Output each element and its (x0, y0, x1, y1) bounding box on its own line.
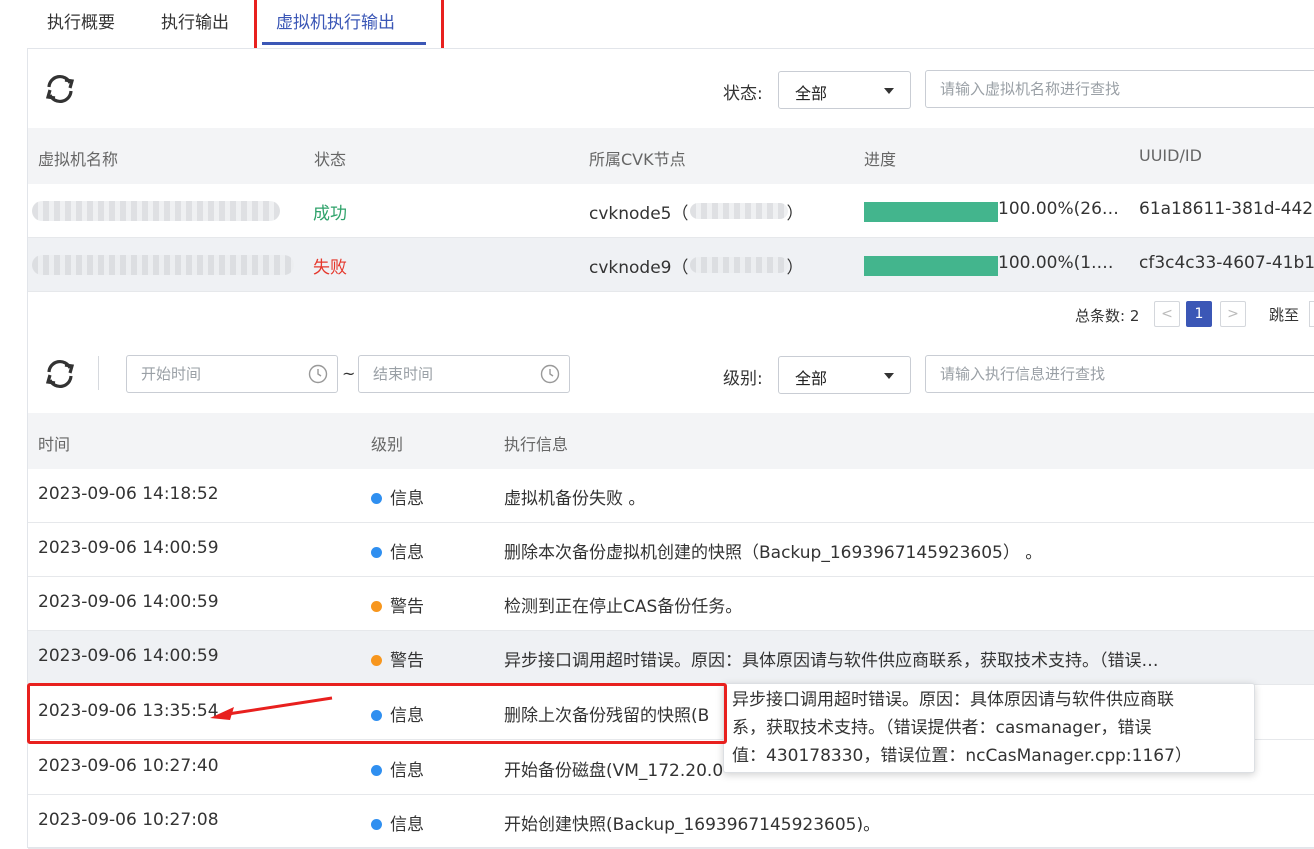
jump-to-label: 跳至 (1269, 306, 1300, 324)
log-time: 2023-09-06 14:00:59 (38, 538, 219, 558)
info-dot-icon (371, 765, 382, 776)
info-dot-icon (371, 710, 382, 721)
level-filter-label: 级别: (723, 369, 763, 389)
active-tab-indicator (262, 42, 426, 45)
log-time: 2023-09-06 14:00:59 (38, 646, 219, 666)
progress-bar (864, 256, 998, 276)
col-message: 执行信息 (504, 435, 569, 454)
tab-output[interactable]: 执行输出 (161, 8, 229, 33)
info-dot-icon (371, 493, 382, 504)
warning-dot-icon (371, 601, 382, 612)
col-time: 时间 (38, 435, 71, 454)
col-cvk-node: 所属CVK节点 (589, 150, 686, 169)
annotation-arrow (210, 696, 333, 720)
log-message: 删除本次备份虚拟机创建的快照（Backup_1693967145923605） … (504, 543, 1043, 563)
next-page-button[interactable]: > (1220, 301, 1246, 327)
progress-bar (864, 202, 998, 222)
log-level: 信息 (371, 701, 424, 726)
log-message: 检测到正在停止CAS备份任务。 (504, 597, 743, 617)
redacted-node-ip (690, 257, 788, 273)
range-separator: ~ (342, 364, 356, 383)
end-time-picker[interactable] (358, 355, 570, 393)
prev-page-button[interactable]: < (1154, 301, 1180, 327)
log-message: 开始备份磁盘(VM_172.20.0 (504, 761, 724, 781)
warning-dot-icon (371, 655, 382, 666)
table-row[interactable]: 成功 cvknode5（） 100.00%(26… 61a18611-381d-… (28, 184, 1314, 238)
page-1-button[interactable]: 1 (1186, 301, 1212, 327)
refresh-icon[interactable] (43, 72, 77, 106)
level-filter-select[interactable]: 全部 (778, 356, 911, 394)
redacted-node-ip (690, 203, 788, 219)
table-row[interactable]: 2023-09-06 14:00:59 信息 删除本次备份虚拟机创建的快照（Ba… (28, 523, 1314, 577)
tab-summary[interactable]: 执行概要 (47, 8, 115, 33)
col-progress: 进度 (864, 150, 897, 169)
log-time: 2023-09-06 13:35:54 (38, 701, 219, 721)
tab-bar: 执行概要 执行输出 虚拟机执行输出 (0, 0, 1314, 57)
level-filter-value: 全部 (795, 369, 828, 388)
vm-search-input[interactable] (925, 70, 1314, 108)
table-row[interactable]: 2023-09-06 14:00:59 警告 检测到正在停止CAS备份任务。 (28, 577, 1314, 631)
log-search-input[interactable] (925, 355, 1314, 393)
caret-down-icon (884, 88, 894, 94)
col-uuid: UUID/ID (1139, 146, 1202, 165)
refresh-icon[interactable] (43, 357, 77, 391)
toolbar-divider (98, 356, 99, 390)
jump-to-input[interactable] (1309, 301, 1314, 327)
redacted-vm-name (32, 201, 280, 221)
log-table-header: 时间 级别 执行信息 (28, 413, 1314, 469)
log-message: 开始创建快照(Backup_1693967145923605)。 (504, 815, 881, 835)
progress-text: 100.00%(26… (998, 199, 1119, 219)
table-row[interactable]: 2023-09-06 10:27:08 信息 开始创建快照(Backup_169… (28, 795, 1314, 849)
log-time: 2023-09-06 14:18:52 (38, 484, 219, 504)
log-level: 信息 (371, 538, 424, 563)
log-level: 信息 (371, 756, 424, 781)
message-tooltip: 异步接口调用超时错误。原因：具体原因请与软件供应商联 系，获取技术支持。（错误提… (723, 683, 1255, 773)
status-filter-label: 状态: (723, 84, 763, 104)
log-time: 2023-09-06 14:00:59 (38, 592, 219, 612)
status-filter-value: 全部 (795, 84, 828, 103)
log-time: 2023-09-06 10:27:40 (38, 756, 219, 776)
clock-icon (308, 364, 328, 384)
status-badge: 成功 (313, 204, 347, 224)
info-dot-icon (371, 547, 382, 558)
col-level: 级别 (371, 435, 404, 454)
tooltip-line: 值：430178330，错误位置：ncCasManager.cpp:1167） (732, 746, 1192, 766)
clock-icon (540, 364, 560, 384)
tab-vm-output[interactable]: 虚拟机执行输出 (276, 8, 395, 33)
vm-table-header: 虚拟机名称 状态 所属CVK节点 进度 UUID/ID (28, 128, 1314, 184)
log-time: 2023-09-06 10:27:08 (38, 810, 219, 830)
start-time-picker[interactable] (126, 355, 338, 393)
table-row[interactable]: 2023-09-06 14:00:59 警告 异步接口调用超时错误。原因：具体原… (28, 631, 1314, 685)
status-badge: 失败 (313, 258, 347, 278)
start-time-input[interactable] (126, 355, 338, 393)
log-message: 虚拟机备份失败 。 (504, 489, 646, 509)
info-dot-icon (371, 819, 382, 830)
col-status: 状态 (314, 150, 347, 169)
log-message: 删除上次备份残留的快照(B (504, 706, 710, 726)
log-level: 信息 (371, 810, 424, 835)
status-filter-select[interactable]: 全部 (778, 71, 911, 109)
redacted-vm-name (32, 255, 294, 275)
uuid: 61a18611-381d-442c (1139, 199, 1314, 219)
log-level: 警告 (371, 592, 424, 617)
progress-text: 100.00%(1.… (998, 253, 1114, 273)
table-row[interactable]: 2023-09-06 14:18:52 信息 虚拟机备份失败 。 (28, 469, 1314, 523)
log-level: 警告 (371, 646, 424, 671)
table-row[interactable]: 失败 cvknode9（） 100.00%(1.… cf3c4c33-4607-… (28, 238, 1314, 292)
log-message: 异步接口调用超时错误。原因：具体原因请与软件供应商联系，获取技术支持。（错误… (504, 651, 1159, 671)
end-time-input[interactable] (358, 355, 570, 393)
log-level: 信息 (371, 484, 424, 509)
tooltip-line: 异步接口调用超时错误。原因：具体原因请与软件供应商联 (732, 690, 1174, 710)
uuid: cf3c4c33-4607-41b1- (1139, 253, 1314, 273)
tooltip-line: 系，获取技术支持。（错误提供者：casmanager，错误 (732, 718, 1152, 738)
col-vm-name: 虚拟机名称 (38, 150, 119, 169)
caret-down-icon (884, 373, 894, 379)
total-count: 总条数: 2 (1075, 307, 1140, 325)
